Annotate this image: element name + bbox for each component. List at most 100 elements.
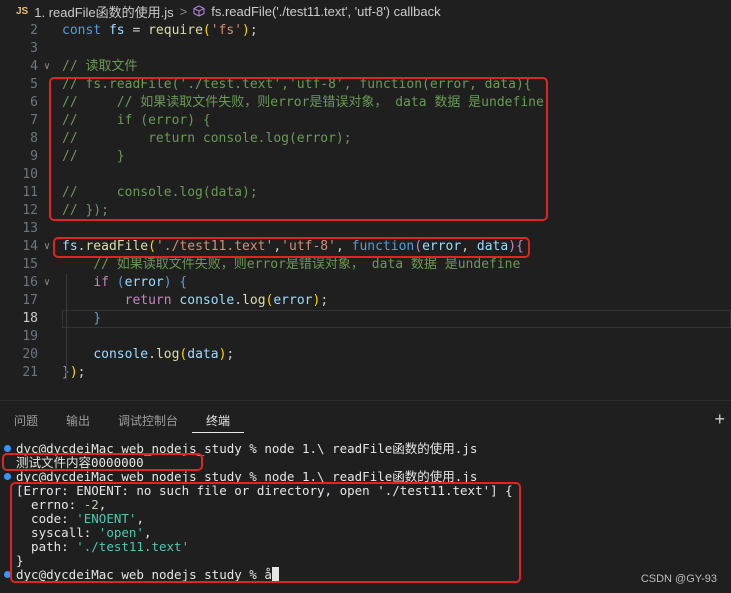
code-text: // return console.log(error); (62, 130, 352, 148)
code-line[interactable]: 2 const fs = require('fs'); (0, 22, 731, 40)
code-token: error (422, 239, 462, 254)
code-token: './test11.text' (155, 239, 274, 254)
code-token: { (179, 275, 188, 290)
terminal-text: errno: (16, 497, 84, 512)
line-number: 9 (30, 149, 38, 164)
line-number: 18 (22, 311, 38, 326)
fold-chevron-icon[interactable]: ∨ (44, 238, 50, 256)
terminal-cursor (271, 567, 279, 581)
code-token: 'utf-8' (281, 239, 336, 254)
code-line[interactable]: 21}); (0, 364, 731, 382)
panel-tab[interactable]: 问题 (0, 411, 52, 433)
code-line[interactable]: 4 ∨ // 读取文件 (0, 58, 731, 76)
code-line[interactable]: 17 return console.log(error); (0, 292, 731, 310)
code-line[interactable]: 7 // if (error) { (0, 112, 731, 130)
code-line[interactable]: 18 } (0, 310, 731, 328)
line-number: 5 (30, 77, 38, 92)
terminal-text: -2 (83, 497, 99, 512)
line-number: 11 (22, 185, 38, 200)
watermark: CSDN @GY-93 (640, 573, 717, 585)
code-token: // if (error) { (62, 113, 211, 128)
terminal-text: 测试文件内容0000000 (16, 455, 144, 470)
code-line[interactable]: 9 // } (0, 148, 731, 166)
code-line[interactable]: 3 (0, 40, 731, 58)
command-status-dot-icon[interactable] (4, 571, 11, 578)
code-token: data (187, 347, 219, 362)
panel-tab[interactable]: 调试控制台 (104, 411, 192, 433)
code-line[interactable]: 19 (0, 328, 731, 346)
line-number: 8 (30, 131, 38, 146)
code-token: data (476, 239, 509, 254)
line-number: 21 (22, 365, 38, 380)
code-token: 'fs' (210, 23, 243, 38)
code-line[interactable]: 16 ∨ if (error) { (0, 274, 731, 292)
code-line[interactable]: 11 // console.log(data); (0, 184, 731, 202)
line-number: 3 (30, 41, 38, 56)
terminal-text: path: (16, 539, 77, 554)
code-line[interactable]: 6 // // 如果读取文件失败，则error是错误对象， data 数据 是un… (0, 94, 731, 112)
code-line[interactable]: 12 // }); (0, 202, 731, 220)
line-number: 6 (30, 95, 38, 110)
terminal-text: [Error: ENOENT: no such file or director… (16, 483, 513, 498)
code-token: , (335, 239, 352, 254)
code-text: // }); (62, 202, 109, 220)
terminal-text: dyc@dycdeiMac web_nodejs_study % node 1.… (16, 441, 478, 456)
code-text: // 如果读取文件失败，则error是错误对象， data 数据 是undefi… (62, 256, 520, 274)
breadcrumb-symbol[interactable]: fs.readFile('./test11.text', 'utf-8') ca… (211, 4, 440, 19)
code-token: // // 如果读取文件失败，则error是错误对象， data 数据 是und… (62, 95, 544, 110)
function-symbol-icon (193, 5, 205, 17)
code-token: readFile (85, 239, 149, 254)
panel-tab[interactable]: 输出 (52, 411, 104, 433)
line-number: 20 (22, 347, 38, 362)
panel-tab[interactable]: 终端 (192, 411, 245, 433)
code-token: error (124, 275, 164, 290)
code-token: ( (116, 275, 125, 290)
code-token: // console.log(data); (62, 185, 258, 200)
code-token: ( (148, 239, 156, 254)
code-token: = (124, 23, 149, 38)
code-token: , (273, 239, 282, 254)
new-terminal-plus-icon[interactable]: + (714, 409, 725, 430)
command-status-dot-icon[interactable] (4, 445, 11, 452)
js-file-icon: JS (16, 5, 29, 17)
code-token: log (155, 347, 180, 362)
code-line[interactable]: 5 // fs.readFile('./test.text','utf-8', f… (0, 76, 731, 94)
command-status-dot-icon[interactable] (4, 473, 11, 480)
code-line[interactable]: 14 ∨ fs.readFile('./test11.text','utf-8', … (0, 238, 731, 256)
code-text: // 读取文件 (62, 58, 137, 76)
code-token: function (351, 239, 415, 254)
line-number: 10 (22, 167, 38, 182)
terminal-text: dyc@dycdeiMac web_nodejs_study % å (16, 567, 272, 582)
line-number: 15 (22, 257, 38, 272)
terminal-text: 'ENOENT' (76, 511, 137, 526)
code-line[interactable]: 8 // return console.log(error); (0, 130, 731, 148)
code-text: return console.log(error); (62, 292, 329, 310)
terminal-text: , (98, 497, 107, 512)
code-text: // console.log(data); (62, 184, 258, 202)
code-token: . (148, 347, 156, 362)
fold-chevron-icon[interactable]: ∨ (44, 274, 50, 292)
code-line[interactable]: 20 console.log(data); (0, 346, 731, 364)
breadcrumb-file[interactable]: 1. readFile函数的使用.js (34, 2, 173, 21)
code-token: const (62, 23, 102, 38)
code-token: ) (242, 23, 250, 38)
code-text: // // 如果读取文件失败，则error是错误对象， data 数据 是und… (62, 94, 544, 112)
code-token: // 如果读取文件失败，则error是错误对象， data 数据 是undefi… (93, 257, 521, 272)
terminal-text: , (143, 525, 152, 540)
code-token: ; (77, 365, 86, 380)
code-editor[interactable]: 2 const fs = require('fs'); 3 4 ∨// 读取文件 5// … (0, 22, 731, 400)
terminal-text: 'open' (98, 525, 144, 540)
code-token: } (93, 311, 102, 326)
code-text: // } (62, 148, 125, 166)
code-token: { (516, 239, 524, 254)
current-line-highlight (62, 310, 731, 328)
code-line[interactable]: 13 (0, 220, 731, 238)
code-line[interactable]: 10 (0, 166, 731, 184)
code-token: // } (62, 149, 125, 164)
fold-chevron-icon[interactable]: ∨ (44, 58, 50, 76)
code-line[interactable]: 15 // 如果读取文件失败，则error是错误对象， data 数据 是und… (0, 256, 731, 274)
